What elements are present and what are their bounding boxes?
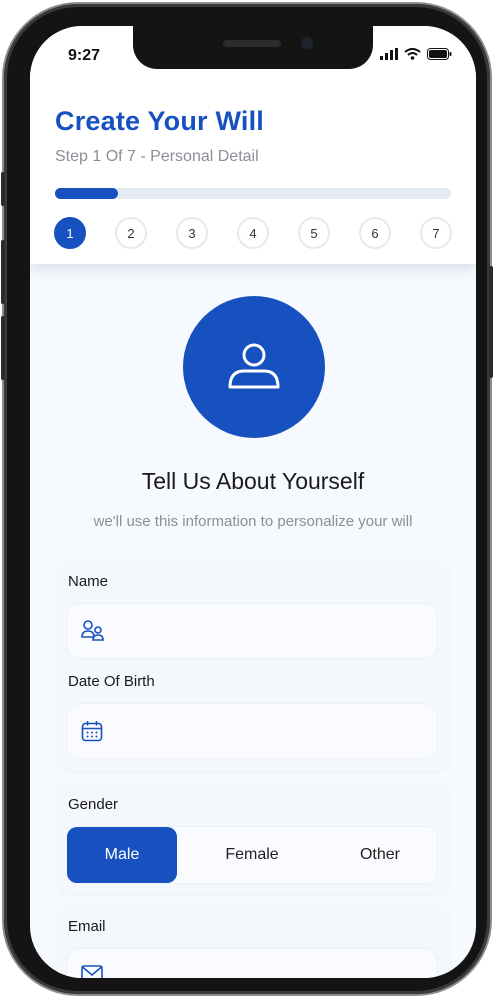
notch bbox=[133, 26, 373, 69]
gender-option-female[interactable]: Female bbox=[197, 827, 307, 883]
calendar-icon bbox=[81, 720, 103, 747]
status-icons bbox=[380, 48, 452, 60]
wifi-icon bbox=[404, 48, 421, 60]
signal-icon bbox=[380, 48, 398, 60]
battery-icon bbox=[427, 48, 452, 60]
progress-fill bbox=[55, 188, 119, 199]
person-icon bbox=[228, 343, 280, 389]
dob-label: Date Of Birth bbox=[68, 673, 155, 690]
page-title: Create Your Will bbox=[55, 106, 265, 136]
gender-option-male[interactable]: Male bbox=[67, 827, 177, 883]
step-indicator: 1 2 3 4 5 6 7 bbox=[54, 217, 454, 249]
step-6[interactable]: 6 bbox=[359, 217, 391, 249]
name-field[interactable] bbox=[66, 603, 438, 659]
progress-bar bbox=[55, 188, 451, 199]
step-5[interactable]: 5 bbox=[298, 217, 330, 249]
app-screen: 9:27 Create Your Will Step 1 Of 7 - Pers… bbox=[30, 26, 476, 978]
email-card: Email bbox=[57, 906, 450, 978]
mute-switch bbox=[1, 172, 5, 206]
power-button bbox=[489, 266, 493, 378]
gender-selector: Male Female Other bbox=[66, 826, 438, 884]
personal-details-card: Name Date Of Birth bbox=[57, 561, 450, 771]
users-icon bbox=[81, 620, 105, 647]
speaker-grille bbox=[223, 40, 281, 47]
status-time: 9:27 bbox=[68, 47, 101, 64]
volume-down-button bbox=[1, 316, 5, 380]
step-3[interactable]: 3 bbox=[176, 217, 208, 249]
step-1[interactable]: 1 bbox=[54, 217, 86, 249]
gender-card: Gender Male Female Other bbox=[57, 782, 450, 894]
step-4[interactable]: 4 bbox=[237, 217, 269, 249]
front-camera bbox=[301, 37, 313, 49]
email-label: Email bbox=[68, 918, 106, 935]
step-subtitle: Step 1 Of 7 - Personal Detail bbox=[55, 148, 259, 165]
step-2[interactable]: 2 bbox=[115, 217, 147, 249]
gender-option-other[interactable]: Other bbox=[325, 827, 435, 883]
email-field[interactable] bbox=[66, 948, 438, 978]
section-headline: Tell Us About Yourself bbox=[141, 468, 365, 494]
step-7[interactable]: 7 bbox=[420, 217, 452, 249]
gender-label: Gender bbox=[68, 796, 119, 813]
profile-avatar bbox=[183, 296, 325, 438]
mail-icon bbox=[81, 965, 103, 978]
section-tagline: we'll use this information to personaliz… bbox=[93, 513, 413, 530]
dob-field[interactable] bbox=[66, 703, 438, 759]
volume-up-button bbox=[1, 240, 5, 304]
phone-frame: 9:27 Create Your Will Step 1 Of 7 - Pers… bbox=[1, 4, 493, 994]
name-label: Name bbox=[68, 573, 109, 590]
